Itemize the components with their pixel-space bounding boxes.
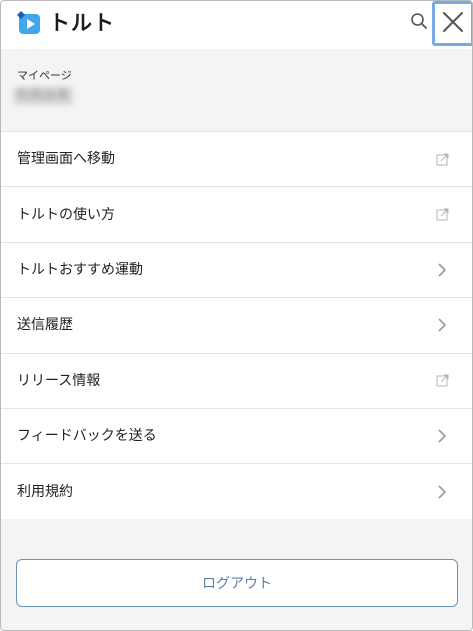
menu-item-feedback[interactable]: フィードバックを送る <box>1 408 472 465</box>
menu-item-recommended-exercise[interactable]: トルトおすすめ運動 <box>1 242 472 299</box>
search-button[interactable] <box>407 11 431 35</box>
menu-item-label: 管理画面へ移動 <box>17 151 115 168</box>
menu-item-release-info[interactable]: リリース情報 <box>1 353 472 409</box>
logout-button[interactable]: ログアウト <box>16 559 458 607</box>
close-icon <box>442 11 464 37</box>
menu-item-label: 利用規約 <box>17 483 73 500</box>
app-frame: トルト マイページ 松尾由美 管理画面へ移動 トルトの使い方 トルトおすすめ運動… <box>0 0 473 631</box>
menu-item-label: リリース情報 <box>17 372 101 389</box>
menu-item-terms[interactable]: 利用規約 <box>1 464 472 520</box>
mypage-section: マイページ 松尾由美 <box>1 49 472 131</box>
app-logo-icon <box>16 10 42 36</box>
mypage-label: マイページ <box>17 69 72 82</box>
menu-item-label: フィードバックを送る <box>17 428 157 445</box>
menu-item-label: 送信履歴 <box>17 317 73 334</box>
chevron-right-icon <box>435 429 449 443</box>
close-button[interactable] <box>432 1 472 46</box>
chevron-right-icon <box>435 318 449 332</box>
header: トルト <box>1 1 472 49</box>
external-link-icon <box>435 374 449 388</box>
external-link-icon <box>435 208 449 222</box>
menu-item-send-history[interactable]: 送信履歴 <box>1 298 472 354</box>
menu-item-how-to-use[interactable]: トルトの使い方 <box>1 187 472 243</box>
menu-item-label: トルトおすすめ運動 <box>17 261 143 278</box>
app-title: トルト <box>49 11 115 35</box>
chevron-right-icon <box>435 484 449 499</box>
user-name: 松尾由美 <box>13 87 74 105</box>
logout-section: ログアウト <box>1 519 472 630</box>
menu-item-label: トルトの使い方 <box>17 206 115 223</box>
menu-item-admin[interactable]: 管理画面へ移動 <box>1 132 472 188</box>
chevron-right-icon <box>435 263 449 277</box>
external-link-icon <box>435 152 449 166</box>
search-icon <box>410 12 428 34</box>
menu-list: 管理画面へ移動 トルトの使い方 トルトおすすめ運動 送信履歴 リリース情報 フィ… <box>1 131 472 520</box>
